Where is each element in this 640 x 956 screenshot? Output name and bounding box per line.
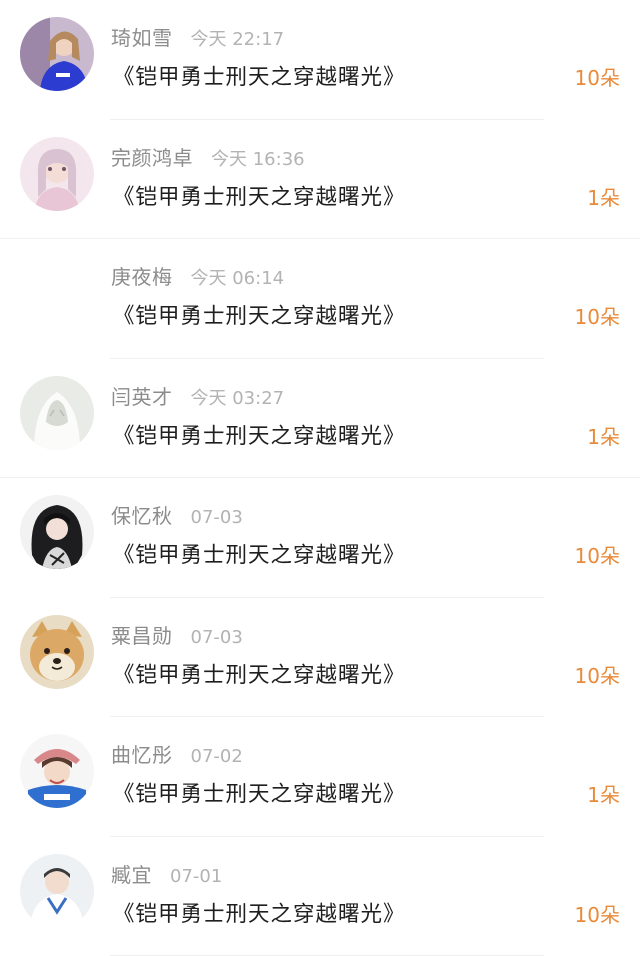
user-name[interactable]: 完颜鸿卓: [111, 142, 193, 171]
book-title[interactable]: 《铠甲勇士刑天之穿越曙光》: [113, 777, 406, 808]
list-item[interactable]: 闫英才 今天 03:27 《铠甲勇士刑天之穿越曙光》 1朵: [0, 359, 640, 479]
timestamp: 07-01: [170, 866, 222, 887]
user-name[interactable]: 曲忆彤: [111, 739, 173, 768]
user-name[interactable]: 粟昌勋: [111, 620, 173, 649]
girl-hat-avatar[interactable]: [20, 734, 94, 808]
list-item[interactable]: 保忆秋 07-03 《铠甲勇士刑天之穿越曙光》 10朵: [0, 478, 640, 598]
list-item[interactable]: 完颜鸿卓 今天 16:36 《铠甲勇士刑天之穿越曙光》 1朵: [0, 120, 640, 240]
user-name[interactable]: 庚夜梅: [111, 261, 173, 290]
timestamp: 今天 22:17: [191, 25, 285, 51]
book-title[interactable]: 《铠甲勇士刑天之穿越曙光》: [113, 419, 406, 450]
book-title[interactable]: 《铠甲勇士刑天之穿越曙光》: [113, 299, 406, 330]
gift-count: 10朵: [575, 540, 620, 569]
timestamp: 今天 03:27: [191, 384, 285, 410]
book-title[interactable]: 《铠甲勇士刑天之穿越曙光》: [113, 180, 406, 211]
user-name[interactable]: 保忆秋: [111, 500, 173, 529]
timestamp: 今天 16:36: [211, 145, 305, 171]
timestamp: 今天 06:14: [191, 264, 285, 290]
gift-count: 1朵: [587, 182, 620, 211]
book-title[interactable]: 《铠甲勇士刑天之穿越曙光》: [113, 658, 406, 689]
user-name[interactable]: 琦如雪: [111, 22, 173, 51]
boy-hoodie-avatar[interactable]: [20, 854, 94, 928]
list-item[interactable]: 臧宜 07-01 《铠甲勇士刑天之穿越曙光》 10朵: [0, 837, 640, 956]
user-name[interactable]: 臧宜: [111, 859, 152, 888]
timestamp: 07-02: [191, 746, 243, 767]
gift-count: 10朵: [575, 301, 620, 330]
shiba-dog-avatar[interactable]: [20, 615, 94, 689]
book-title[interactable]: 《铠甲勇士刑天之穿越曙光》: [113, 60, 406, 91]
white-hood-avatar[interactable]: [20, 376, 94, 450]
timestamp: 07-03: [191, 627, 243, 648]
gift-count: 1朵: [587, 779, 620, 808]
list-item[interactable]: 曲忆彤 07-02 《铠甲勇士刑天之穿越曙光》 1朵: [0, 717, 640, 837]
user-name[interactable]: 闫英才: [111, 381, 173, 410]
girl-pink-avatar[interactable]: [20, 137, 94, 211]
timestamp: 07-03: [191, 507, 243, 528]
gift-count: 1朵: [587, 421, 620, 450]
list-item[interactable]: 粟昌勋 07-03 《铠甲勇士刑天之穿越曙光》 10朵: [0, 598, 640, 718]
girl-blue-shirt-avatar[interactable]: [20, 17, 94, 91]
list-item[interactable]: 琦如雪 今天 22:17 《铠甲勇士刑天之穿越曙光》 10朵: [0, 0, 640, 120]
book-title[interactable]: 《铠甲勇士刑天之穿越曙光》: [113, 538, 406, 569]
book-title[interactable]: 《铠甲勇士刑天之穿越曙光》: [113, 897, 406, 928]
list-item[interactable]: 庚夜梅 今天 06:14 《铠甲勇士刑天之穿越曙光》 10朵: [0, 239, 640, 359]
gift-count: 10朵: [575, 899, 620, 928]
gift-count: 10朵: [575, 62, 620, 91]
blank-avatar[interactable]: [20, 256, 94, 330]
dark-hair-girl-avatar[interactable]: [20, 495, 94, 569]
gift-count: 10朵: [575, 660, 620, 689]
gift-record-list: 琦如雪 今天 22:17 《铠甲勇士刑天之穿越曙光》 10朵 完颜鸿卓 今天 1…: [0, 0, 640, 955]
